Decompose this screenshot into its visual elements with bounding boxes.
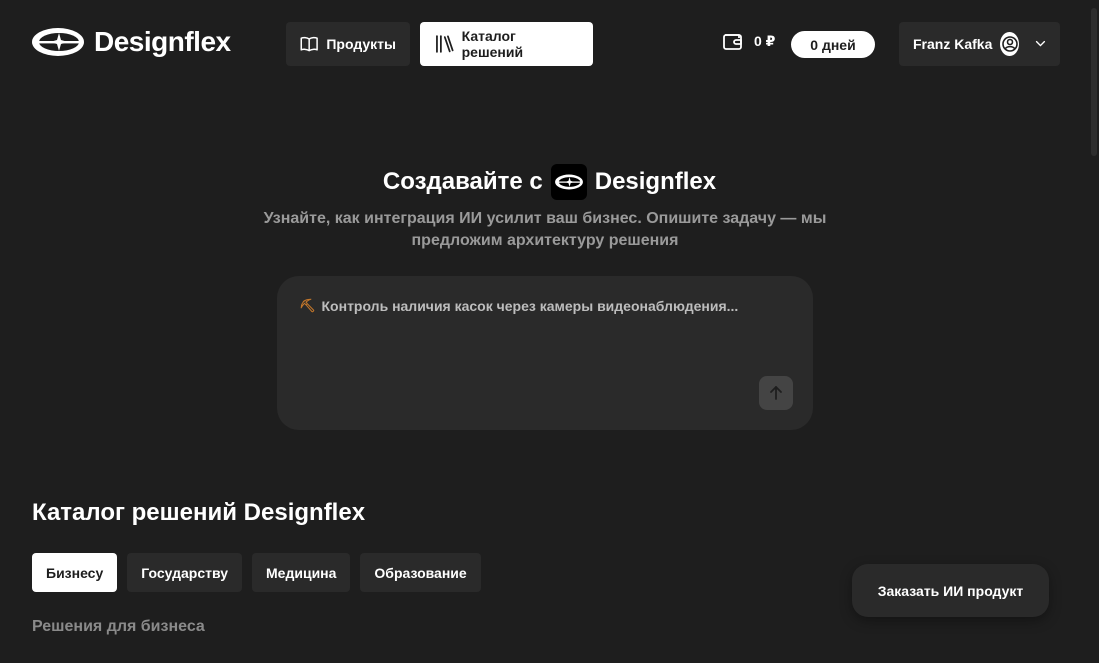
prompt-placeholder[interactable]: ⛏ Контроль наличия касок через камеры ви… bbox=[299, 298, 738, 314]
user-avatar-icon bbox=[1000, 32, 1020, 56]
wallet-icon bbox=[723, 34, 742, 50]
nav-catalog-label: Каталог решений bbox=[461, 28, 524, 60]
send-button[interactable] bbox=[759, 376, 793, 410]
brand-name: Designflex bbox=[94, 26, 231, 57]
catalog-tabs: Бизнесу Государству Медицина Образование bbox=[32, 553, 481, 592]
brand-logo[interactable]: Designflex bbox=[30, 26, 231, 58]
page: Designflex Продукты Каталог решений 0 ₽ … bbox=[0, 0, 1099, 663]
wallet-balance[interactable]: 0 ₽ bbox=[722, 31, 775, 51]
tab-business[interactable]: Бизнесу bbox=[32, 553, 118, 592]
hero-title: Создавайте с Designflex bbox=[0, 164, 1099, 200]
section-label: Решения для бизнеса bbox=[32, 618, 205, 635]
nav-products-label: Продукты bbox=[326, 36, 396, 52]
scrollbar[interactable] bbox=[1091, 8, 1097, 156]
prompt-input-box[interactable]: ⛏ Контроль наличия касок через камеры ви… bbox=[277, 276, 813, 430]
logo-icon bbox=[32, 28, 84, 56]
library-icon bbox=[436, 35, 454, 53]
hero-subtitle: Узнайте, как интеграция ИИ усилит ваш би… bbox=[263, 210, 827, 249]
nav-products-button[interactable]: Продукты bbox=[286, 22, 410, 66]
arrow-up-icon bbox=[770, 386, 782, 400]
days-remaining-badge[interactable]: 0 дней bbox=[791, 31, 875, 58]
top-header: Designflex Продукты Каталог решений 0 ₽ … bbox=[0, 0, 1099, 88]
nav-catalog-button[interactable]: Каталог решений bbox=[420, 22, 593, 66]
user-menu[interactable]: Franz Kafka bbox=[899, 22, 1060, 66]
catalog-title: Каталог решений Designflex bbox=[32, 499, 366, 526]
tab-medicine[interactable]: Медицина bbox=[252, 553, 351, 592]
tab-education[interactable]: Образование bbox=[360, 553, 481, 592]
wallet-amount: 0 ₽ bbox=[754, 32, 776, 49]
user-name: Franz Kafka bbox=[913, 36, 993, 52]
chevron-down-icon[interactable] bbox=[1035, 39, 1046, 49]
prompt-placeholder-text: Контроль наличия касок через камеры виде… bbox=[321, 298, 739, 314]
hero-title-brand: Designflex bbox=[594, 168, 717, 195]
order-ai-product-button[interactable]: Заказать ИИ продукт bbox=[852, 564, 1049, 617]
tab-government[interactable]: Государству bbox=[127, 553, 243, 592]
hero-title-prefix: Создавайте с bbox=[382, 168, 543, 195]
book-icon bbox=[300, 36, 318, 52]
hero-logo-icon bbox=[550, 164, 587, 200]
prompt-emoji: ⛏ bbox=[299, 298, 316, 313]
